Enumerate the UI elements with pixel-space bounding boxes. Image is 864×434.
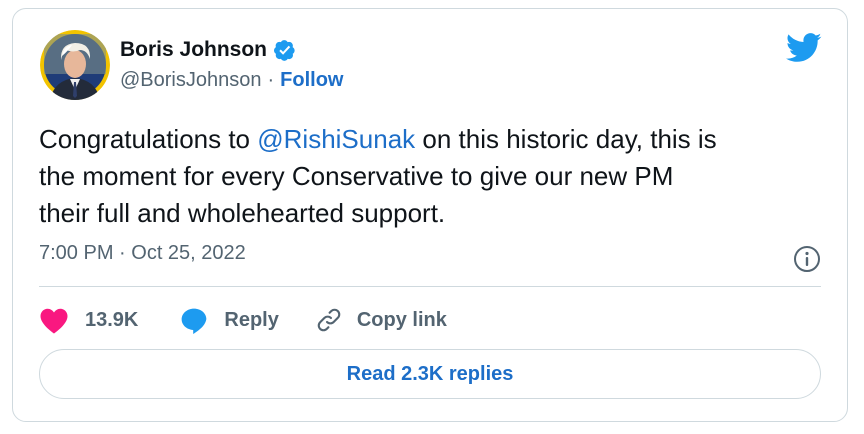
mention-link[interactable]: @RishiSunak bbox=[257, 124, 415, 154]
like-count: 13.9K bbox=[85, 308, 139, 331]
tweet-text-start: Congratulations to bbox=[39, 124, 258, 154]
copy-link-label: Copy link bbox=[356, 308, 447, 331]
read-replies-button[interactable]: Read 2.3K replies bbox=[39, 349, 821, 399]
author-name-row: Boris Johnson bbox=[120, 35, 296, 65]
tweet-timestamp[interactable]: 7:00 PM · Oct 25, 2022 bbox=[39, 242, 246, 265]
info-icon[interactable] bbox=[793, 245, 821, 273]
link-icon bbox=[315, 306, 343, 334]
copy-link-button[interactable]: Copy link bbox=[315, 306, 447, 334]
divider bbox=[39, 286, 821, 287]
verified-badge-icon bbox=[274, 39, 296, 61]
avatar[interactable] bbox=[40, 30, 110, 100]
reply-bubble-icon bbox=[180, 306, 208, 334]
tweet-text: Congratulations to @RishiSunak on this h… bbox=[39, 121, 829, 232]
handle-separator: · bbox=[267, 68, 275, 91]
action-bar: 13.9K Reply Copy link bbox=[39, 303, 447, 337]
heart-icon bbox=[39, 307, 69, 334]
reply-label: Reply bbox=[224, 308, 279, 331]
avatar-image bbox=[40, 30, 110, 100]
read-replies-label: Read 2.3K replies bbox=[346, 362, 514, 385]
author-handle-row: @BorisJohnson · Follow bbox=[120, 66, 343, 94]
author-handle[interactable]: @BorisJohnson bbox=[120, 69, 261, 92]
tweet-card: Boris Johnson @BorisJohnson · Follow Con… bbox=[12, 8, 848, 422]
follow-button[interactable]: Follow bbox=[280, 69, 343, 92]
twitter-bird-icon[interactable] bbox=[786, 33, 822, 63]
reply-button[interactable]: Reply bbox=[180, 306, 279, 334]
author-display-name[interactable]: Boris Johnson bbox=[120, 38, 267, 62]
like-button[interactable]: 13.9K bbox=[39, 307, 138, 334]
